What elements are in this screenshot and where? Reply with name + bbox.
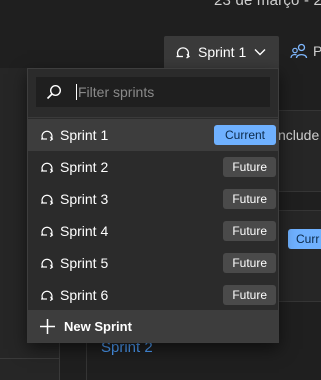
status-badge: Future [223,253,276,273]
sprint-item-5[interactable]: Sprint 5 Future [28,247,278,279]
sprint-icon [38,222,56,240]
include-text: nclude t [278,127,321,143]
chevron-down-icon [254,48,266,56]
search-box[interactable] [36,77,270,107]
sprint-item-2[interactable]: Sprint 2 Future [28,151,278,183]
new-sprint-button[interactable]: New Sprint [28,310,278,342]
sprint-item-label: Sprint 5 [60,255,109,271]
sprint-item-label: Sprint 4 [60,223,109,239]
sprint-icon [38,190,56,208]
plus-icon [39,318,56,335]
status-badge: Future [223,189,276,209]
people-label: P [313,43,321,59]
date-range-text: 23 de março - 2 [214,0,321,9]
text-caret [76,84,77,100]
sprint-item-6[interactable]: Sprint 6 Future [28,279,278,311]
search-divider [28,117,278,118]
sprint-icon [38,254,56,272]
page: 23 de março - 2 nclude t Curr Sprint 2 S… [0,0,321,380]
sprint-icon [38,286,56,304]
status-badge: Future [223,157,276,177]
sprint-picker-button[interactable]: Sprint 1 [164,36,279,68]
sprint-icon [38,126,56,144]
status-badge: Future [223,285,276,305]
people-button[interactable]: P [290,42,321,60]
sprint-dropdown: Sprint 1 Current Sprint 2 Future [27,68,279,343]
sprint-item-1[interactable]: Sprint 1 Current [28,119,278,151]
sprint-icon [38,158,56,176]
sprint-item-3[interactable]: Sprint 3 Future [28,183,278,215]
sprint-picker-label: Sprint 1 [198,44,247,60]
new-sprint-label: New Sprint [64,318,132,334]
sprint-item-label: Sprint 1 [60,127,109,143]
status-badge: Future [223,221,276,241]
status-badge: Current [213,125,276,145]
people-icon [290,42,308,60]
sprint-list: Sprint 1 Current Sprint 2 Future Sprint … [28,119,278,311]
left-panel-divider [0,358,60,359]
sprint-icon [174,43,192,61]
sprint-item-label: Sprint 6 [60,287,109,303]
sprint-item-4[interactable]: Sprint 4 Future [28,215,278,247]
sprint-item-label: Sprint 2 [60,159,109,175]
search-icon [46,84,62,100]
background-current-badge: Curr [288,229,321,249]
sprint-item-label: Sprint 3 [60,191,109,207]
sprint-filter-input[interactable] [78,84,248,100]
